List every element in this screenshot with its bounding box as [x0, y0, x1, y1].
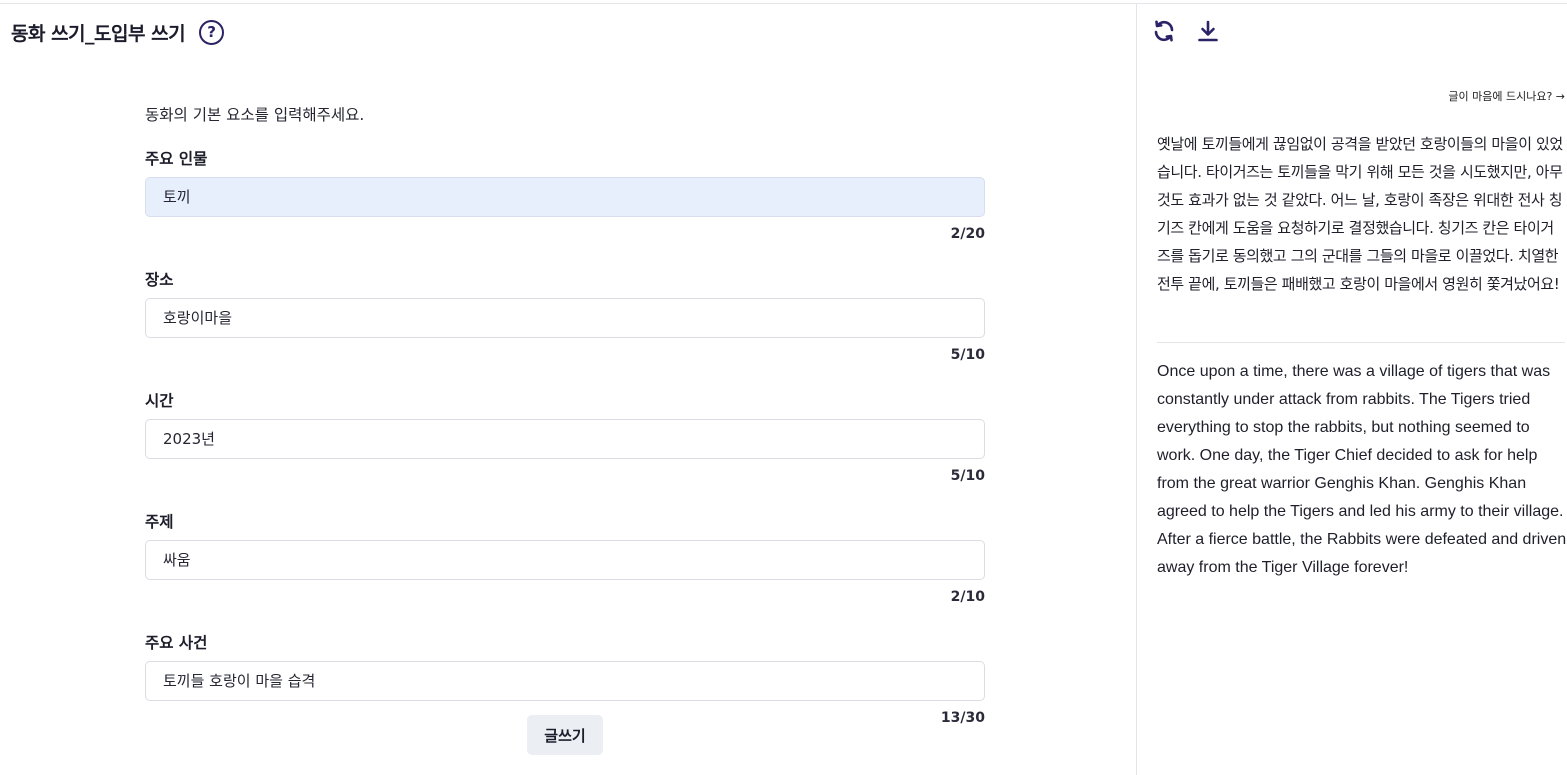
place-input[interactable]: 호랑이마을: [145, 298, 985, 338]
help-icon[interactable]: ?: [199, 19, 225, 45]
char-counter: 5/10: [950, 347, 985, 363]
char-counter: 2/10: [950, 589, 985, 605]
story-english: Once upon a time, there was a village of…: [1157, 363, 1567, 576]
field-label: 주제: [145, 513, 174, 531]
field-main-event: 주요 사건 토끼들 호랑이 마을 습격 13/30: [145, 632, 985, 727]
story-korean: 옛날에 토끼들에게 끊임없이 공격을 받았던 호랑이들의 마을이 있었습니다. …: [1157, 135, 1563, 293]
char-counter: 5/10: [950, 468, 985, 484]
field-label: 장소: [145, 271, 174, 289]
page-title: 동화 쓰기_도입부 쓰기: [11, 22, 186, 45]
char-counter: 2/20: [950, 226, 985, 242]
story-form: 동화의 기본 요소를 입력해주세요. 주요 인물 토끼 2/20 장소 호랑이마…: [145, 104, 985, 753]
write-button[interactable]: 글쓰기: [527, 715, 603, 755]
time-input[interactable]: 2023년: [145, 419, 985, 459]
field-time: 시간 2023년 5/10: [145, 390, 985, 485]
refresh-icon[interactable]: [1151, 18, 1177, 44]
story-separator: [1157, 342, 1565, 343]
field-theme: 주제 싸움 2/10: [145, 511, 985, 606]
main-event-input[interactable]: 토끼들 호랑이 마을 습격: [145, 661, 985, 701]
form-intro: 동화의 기본 요소를 입력해주세요.: [145, 106, 365, 124]
page-header: 동화 쓰기_도입부 쓰기 ?: [11, 18, 225, 46]
field-label: 주요 인물: [145, 150, 208, 168]
main-character-input[interactable]: 토끼: [145, 177, 985, 217]
result-toolbar: [1151, 18, 1221, 44]
result-panel: 글이 마음에 드시나요? → 옛날에 토끼들에게 끊임없이 공격을 받았던 호랑…: [1137, 4, 1567, 775]
field-label: 시간: [145, 392, 174, 410]
theme-input[interactable]: 싸움: [145, 540, 985, 580]
field-place: 장소 호랑이마을 5/10: [145, 269, 985, 364]
field-main-character: 주요 인물 토끼 2/20: [145, 148, 985, 243]
input-panel: 동화 쓰기_도입부 쓰기 ? 동화의 기본 요소를 입력해주세요. 주요 인물 …: [0, 4, 1136, 775]
field-label: 주요 사건: [145, 634, 208, 652]
download-icon[interactable]: [1195, 18, 1221, 44]
feedback-link[interactable]: 글이 마음에 드시나요? →: [1448, 88, 1565, 104]
